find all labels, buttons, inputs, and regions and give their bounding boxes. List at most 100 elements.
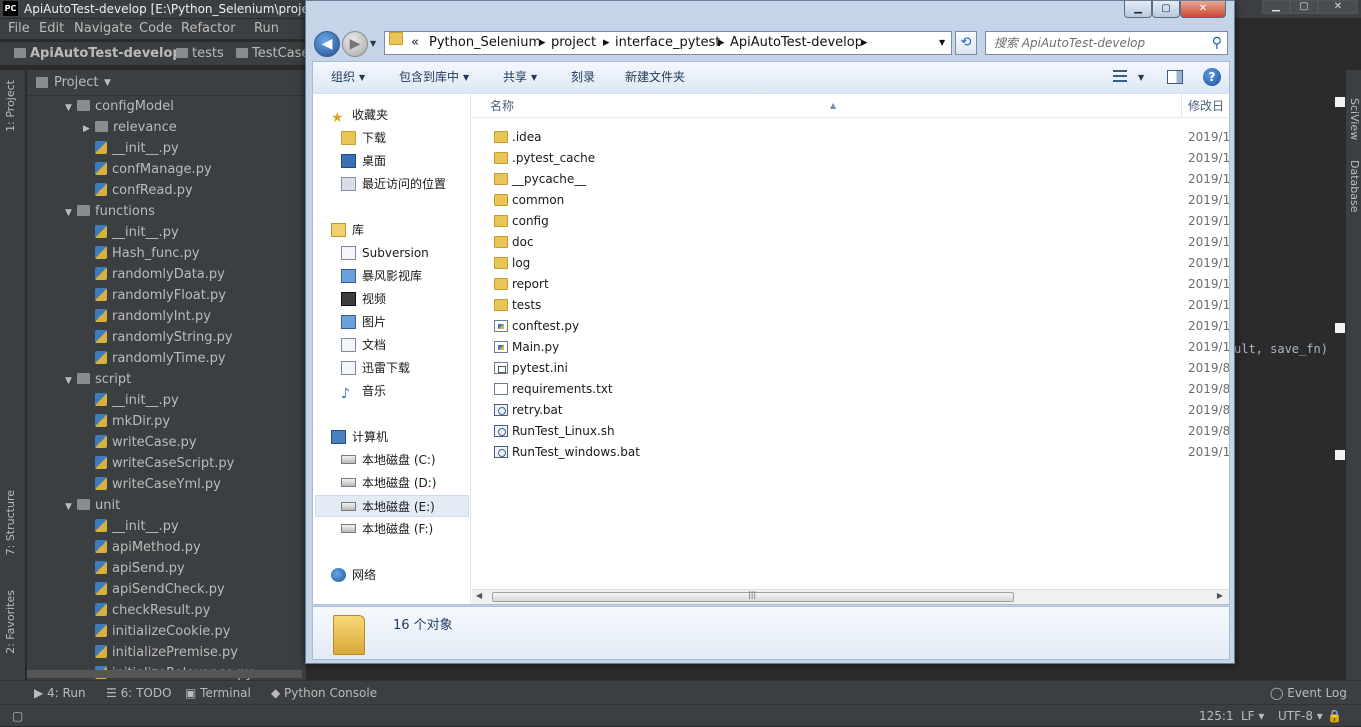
- tree-file[interactable]: __init__.py: [83, 516, 179, 537]
- breadcrumb-project[interactable]: ApiAutoTest-develop: [14, 42, 182, 66]
- tool-terminal[interactable]: ▣ Terminal: [185, 681, 251, 705]
- breadcrumb-testcase[interactable]: TestCase: [236, 42, 309, 66]
- preview-pane-icon[interactable]: [1167, 70, 1183, 84]
- nav-drive-d[interactable]: 本地磁盘 (D:): [341, 472, 436, 494]
- nav-computer[interactable]: 计算机: [331, 426, 388, 448]
- menu-file[interactable]: File: [8, 19, 30, 39]
- nav-library-pictures[interactable]: 图片: [341, 311, 386, 333]
- tree-file[interactable]: randomlyTime.py: [83, 348, 226, 369]
- file-row[interactable]: RunTest_windows.bat 2019/1: [472, 442, 1229, 463]
- address-overflow[interactable]: «: [411, 32, 419, 54]
- file-row[interactable]: __pycache__ 2019/1: [472, 169, 1229, 190]
- file-row[interactable]: retry.bat 2019/8: [472, 400, 1229, 421]
- file-row[interactable]: requirements.txt 2019/8: [472, 379, 1229, 400]
- ide-close-button[interactable]: ✕: [1318, 0, 1358, 14]
- file-row[interactable]: report 2019/1: [472, 274, 1229, 295]
- cursor-position[interactable]: 125:1: [1199, 705, 1234, 727]
- tree-folder[interactable]: ▼ unit: [65, 495, 120, 516]
- address-segment-apiautotest-develop[interactable]: ApiAutoTest-develop: [730, 32, 863, 54]
- file-row[interactable]: .idea 2019/1: [472, 127, 1229, 148]
- nav-library-documents[interactable]: 文档: [341, 334, 386, 356]
- nav-library-subversion[interactable]: Subversion: [341, 242, 429, 264]
- tab-project[interactable]: 1: Project: [4, 80, 17, 132]
- refresh-button[interactable]: ⟲: [955, 31, 977, 55]
- nav-library-videos[interactable]: 视频: [341, 288, 386, 310]
- scroll-left-arrow-icon[interactable]: ◀: [476, 591, 482, 600]
- file-row[interactable]: RunTest_Linux.sh 2019/8: [472, 421, 1229, 442]
- tree-file[interactable]: randomlyFloat.py: [83, 285, 226, 306]
- nav-libraries[interactable]: 库: [331, 219, 364, 241]
- tree-file[interactable]: apiMethod.py: [83, 537, 201, 558]
- scroll-right-arrow-icon[interactable]: ▶: [1217, 591, 1223, 600]
- tool-run[interactable]: ▶ 4: Run: [34, 681, 86, 705]
- file-encoding[interactable]: UTF-8 ▾: [1278, 705, 1323, 727]
- file-row[interactable]: log 2019/1: [472, 253, 1229, 274]
- project-tree-scrollbar[interactable]: [27, 670, 302, 678]
- tree-file[interactable]: confManage.py: [83, 159, 212, 180]
- file-row[interactable]: Main.py 2019/1: [472, 337, 1229, 358]
- nav-favorites[interactable]: ★ 收藏夹: [331, 104, 388, 126]
- chevron-down-icon[interactable]: ▼: [65, 371, 77, 392]
- nav-downloads[interactable]: 下载: [341, 127, 386, 149]
- chevron-down-icon[interactable]: ▼: [65, 497, 77, 518]
- nav-desktop[interactable]: 桌面: [341, 150, 386, 172]
- tree-file[interactable]: mkDir.py: [83, 411, 170, 432]
- menu-edit[interactable]: Edit: [39, 19, 64, 39]
- tree-file[interactable]: initializePremise.py: [83, 642, 238, 663]
- tree-file[interactable]: writeCaseScript.py: [83, 453, 234, 474]
- event-log[interactable]: ◯ Event Log: [1270, 681, 1347, 705]
- tree-folder[interactable]: ▼ script: [65, 369, 131, 390]
- view-options-icon[interactable]: [1113, 70, 1127, 82]
- menu-navigate[interactable]: Navigate: [74, 19, 132, 39]
- tab-structure[interactable]: 7: Structure: [4, 490, 17, 555]
- chevron-down-icon[interactable]: ▼: [65, 203, 77, 224]
- menu-code[interactable]: Code: [139, 19, 172, 39]
- menu-refactor[interactable]: Refactor: [181, 19, 236, 39]
- chevron-down-icon[interactable]: ▼: [1138, 62, 1144, 93]
- tree-file[interactable]: apiSend.py: [83, 558, 185, 579]
- include-in-library-menu[interactable]: 包含到库中 ▼: [399, 62, 469, 93]
- nav-network[interactable]: 网络: [331, 564, 376, 586]
- nav-library-music[interactable]: ♪ 音乐: [341, 380, 386, 402]
- search-input[interactable]: [994, 34, 1204, 52]
- tree-folder[interactable]: ▶ relevance: [83, 117, 177, 138]
- address-bar[interactable]: « Python_Selenium ▸ project ▸ interface_…: [384, 31, 952, 55]
- recent-pages-chevron-icon[interactable]: ▼: [370, 39, 376, 48]
- tree-file[interactable]: writeCase.py: [83, 432, 197, 453]
- maximize-button[interactable]: ▢: [1152, 1, 1180, 18]
- column-name[interactable]: 名称: [490, 94, 514, 118]
- tree-file[interactable]: Hash_func.py: [83, 243, 200, 264]
- nav-drive-f[interactable]: 本地磁盘 (F:): [341, 518, 433, 540]
- column-modified[interactable]: 修改日: [1188, 94, 1224, 118]
- search-icon[interactable]: ⚲: [1212, 35, 1222, 51]
- file-row[interactable]: common 2019/1: [472, 190, 1229, 211]
- nav-drive-e[interactable]: 本地磁盘 (E:): [315, 495, 469, 517]
- tab-sciview[interactable]: SciView: [1348, 98, 1361, 140]
- tool-todo[interactable]: ☰ 6: TODO: [106, 681, 172, 705]
- file-row[interactable]: conftest.py 2019/1: [472, 316, 1229, 337]
- address-history-chevron-icon[interactable]: ▼: [939, 32, 945, 54]
- column-divider[interactable]: [1181, 94, 1182, 118]
- minimize-button[interactable]: ▁: [1124, 1, 1152, 18]
- tree-folder[interactable]: ▼ configModel: [65, 96, 174, 117]
- close-button[interactable]: ✕: [1180, 1, 1226, 18]
- tree-file[interactable]: writeCaseYml.py: [83, 474, 221, 495]
- tree-file[interactable]: __init__.py: [83, 138, 179, 159]
- line-separator[interactable]: LF ▾: [1241, 705, 1264, 727]
- file-row[interactable]: config 2019/1: [472, 211, 1229, 232]
- address-segment-interface-pytest[interactable]: interface_pytest: [615, 32, 720, 54]
- menu-run[interactable]: Run: [254, 19, 279, 39]
- lock-icon[interactable]: 🔒: [1327, 705, 1342, 727]
- status-square-icon[interactable]: ▢: [12, 705, 23, 727]
- chevron-down-icon[interactable]: ▼: [104, 70, 111, 96]
- tree-file[interactable]: randomlyData.py: [83, 264, 225, 285]
- tree-file[interactable]: __init__.py: [83, 390, 179, 411]
- forward-button[interactable]: ▶: [342, 31, 368, 57]
- tree-file[interactable]: apiSendCheck.py: [83, 579, 225, 600]
- ide-maximize-button[interactable]: ▢: [1290, 0, 1318, 14]
- tool-python-console[interactable]: ◆ Python Console: [271, 681, 377, 705]
- tree-file[interactable]: randomlyString.py: [83, 327, 233, 348]
- chevron-right-icon[interactable]: ▶: [83, 119, 95, 140]
- organize-menu[interactable]: 组织 ▼: [331, 62, 365, 93]
- project-panel-title[interactable]: Project: [54, 70, 98, 96]
